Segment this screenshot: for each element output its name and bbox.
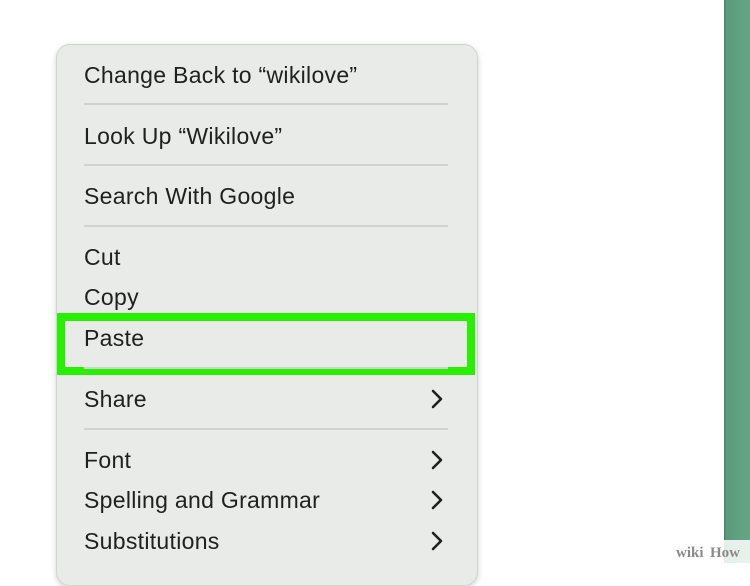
menu-item-label: Substitutions [84,527,220,554]
menu-item-label: Look Up “Wikilove” [84,122,283,149]
chevron-right-icon [431,490,443,510]
menu-separator [84,367,448,369]
menu-separator [84,225,448,227]
menu-item-paste[interactable]: Paste [84,318,454,358]
watermark-how: How [710,545,740,561]
chevron-right-icon [431,531,443,551]
menu-item-label: Share [84,385,147,412]
menu-separator [84,103,448,105]
menu-item-label: Paste [84,324,145,351]
background-window-edge [724,0,750,563]
watermark-wiki: wiki [676,545,704,561]
chevron-right-icon [431,389,443,409]
menu-item-cut[interactable]: Cut [84,237,454,277]
menu-item-substitutions[interactable]: Substitutions [84,521,454,561]
wikihow-watermark: wiki How [660,540,750,563]
menu-item-search-with-google[interactable]: Search With Google [84,176,454,216]
menu-item-label: Cut [84,243,121,270]
menu-item-font[interactable]: Font [84,440,454,480]
menu-item-spelling-and-grammar[interactable]: Spelling and Grammar [84,480,454,520]
menu-item-change-back[interactable]: Change Back to “wikilove” [84,55,454,95]
menu-item-copy[interactable]: Copy [84,277,454,317]
menu-item-share[interactable]: Share [84,379,454,419]
chevron-right-icon [431,450,443,470]
menu-item-label: Change Back to “wikilove” [84,61,358,88]
menu-separator [84,164,448,166]
menu-item-label: Copy [84,283,139,310]
menu-item-label: Spelling and Grammar [84,486,321,513]
menu-item-label: Search With Google [84,182,296,209]
menu-item-look-up[interactable]: Look Up “Wikilove” [84,116,454,156]
menu-item-label: Font [84,446,132,473]
menu-separator [84,428,448,430]
